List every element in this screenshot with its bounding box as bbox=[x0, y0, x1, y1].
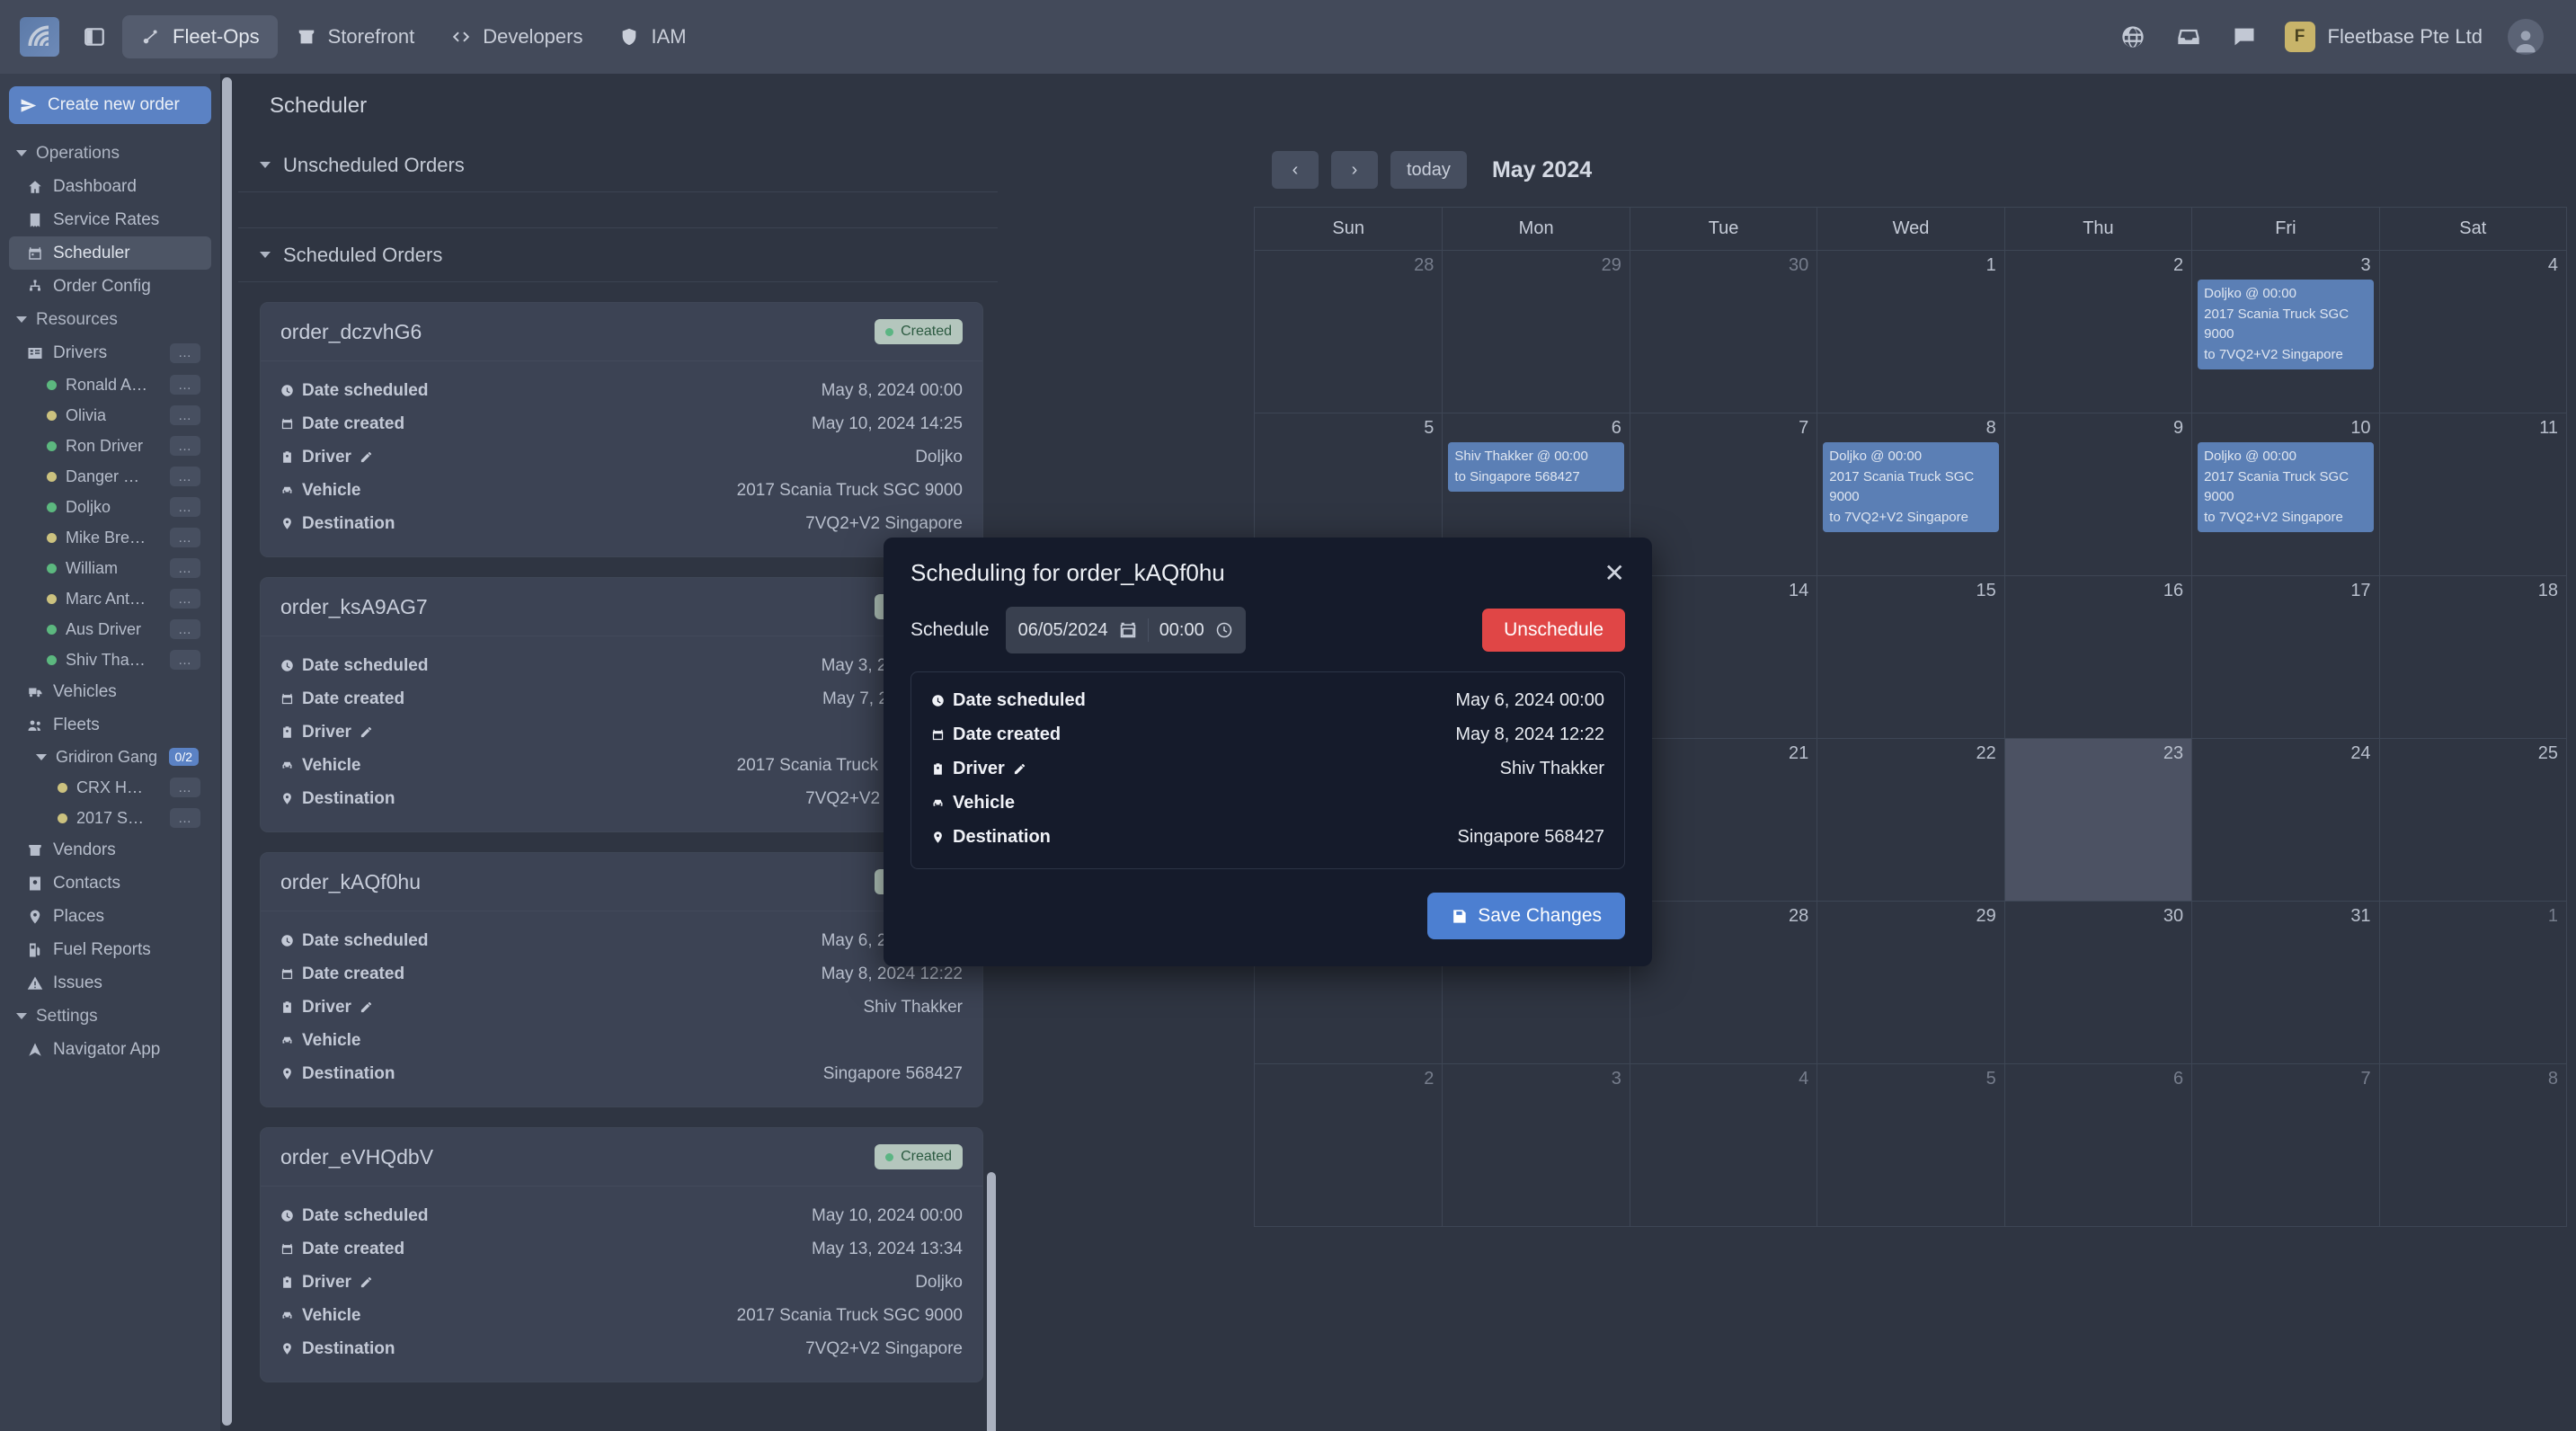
modal-field-driver: Driver Shiv Thakker bbox=[931, 751, 1604, 786]
modal-field-date-created: Date created May 8, 2024 12:22 bbox=[931, 717, 1604, 751]
clock-icon[interactable] bbox=[1215, 621, 1233, 639]
modal-field-date-scheduled: Date scheduled May 6, 2024 00:00 bbox=[931, 683, 1604, 717]
close-icon[interactable]: ✕ bbox=[1604, 560, 1625, 586]
clipboard-user-icon bbox=[934, 762, 942, 775]
edit-icon[interactable] bbox=[1013, 762, 1026, 776]
scheduling-modal: Scheduling for order_kAQf0hu ✕ Schedule … bbox=[884, 538, 1652, 966]
modal-field-destination: Destination Singapore 568427 bbox=[931, 820, 1604, 854]
clock-icon bbox=[932, 694, 944, 707]
save-changes-label: Save Changes bbox=[1478, 905, 1602, 926]
unschedule-button[interactable]: Unschedule bbox=[1482, 609, 1625, 652]
field-label: Date created bbox=[953, 724, 1061, 744]
car-icon bbox=[933, 799, 943, 806]
map-pin-icon bbox=[934, 831, 942, 843]
modal-title: Scheduling for order_kAQf0hu bbox=[910, 559, 1225, 586]
calendar-icon[interactable] bbox=[1119, 621, 1137, 639]
field-label: Date scheduled bbox=[953, 689, 1086, 710]
divider bbox=[1147, 618, 1149, 642]
modal-header: Scheduling for order_kAQf0hu ✕ bbox=[884, 538, 1652, 607]
schedule-time-value[interactable]: 00:00 bbox=[1159, 620, 1204, 641]
field-value: Singapore 568427 bbox=[1457, 826, 1604, 847]
field-value: May 8, 2024 12:22 bbox=[1455, 724, 1604, 744]
schedule-label: Schedule bbox=[910, 619, 990, 640]
save-icon bbox=[1453, 909, 1466, 923]
modal-schedule-row: Schedule 06/05/2024 00:00 Unschedule bbox=[884, 607, 1652, 671]
modal-details: Date scheduled May 6, 2024 00:00 Date cr… bbox=[910, 671, 1625, 869]
schedule-date-value[interactable]: 06/05/2024 bbox=[1018, 620, 1108, 641]
field-value: May 6, 2024 00:00 bbox=[1455, 689, 1604, 710]
schedule-datetime-input[interactable]: 06/05/2024 00:00 bbox=[1005, 607, 1246, 653]
save-changes-button[interactable]: Save Changes bbox=[1427, 893, 1625, 939]
field-label: Driver bbox=[953, 758, 1005, 778]
field-label: Vehicle bbox=[953, 792, 1015, 813]
modal-field-vehicle: Vehicle bbox=[931, 786, 1604, 820]
field-value: Shiv Thakker bbox=[1499, 758, 1604, 778]
field-label: Destination bbox=[953, 826, 1051, 847]
calendar-icon bbox=[932, 729, 944, 740]
modal-footer: Save Changes bbox=[884, 869, 1652, 966]
